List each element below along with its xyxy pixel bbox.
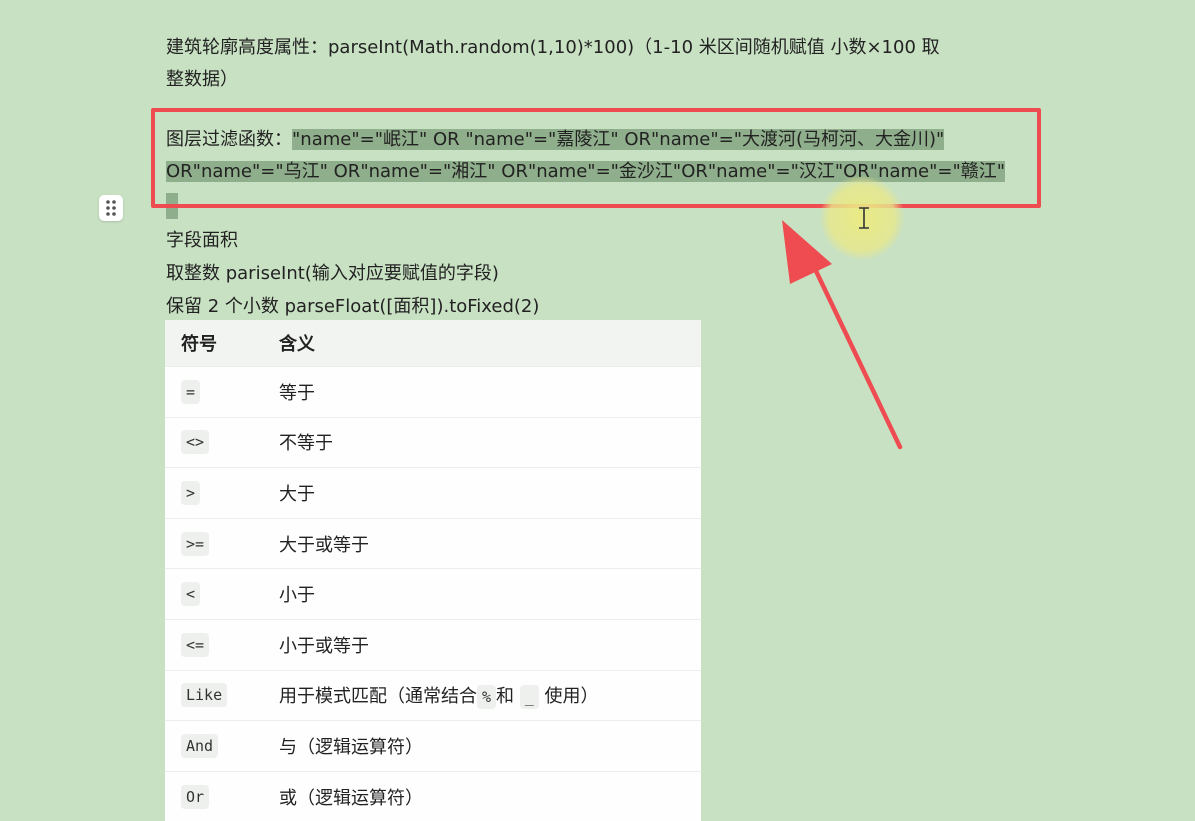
meaning-cell: 小于或等于 [279,618,701,671]
column-header-meaning: 含义 [279,320,701,367]
column-header-symbol: 符号 [165,320,279,367]
symbol-code: <> [181,430,210,455]
meaning-cell: 用于模式匹配（通常结合% 和 _ 使用） [279,669,701,721]
wildcard-underscore-code: _ [519,684,539,709]
meaning-cell: 与（逻辑运算符） [279,720,701,772]
symbol-code: Like [181,683,228,708]
notes-block: 字段面积 取整数 pariseInt(输入对应要赋值的字段) 保留 2 个小数 … [166,224,539,323]
symbol-code: Or [181,784,210,809]
meaning-cell: 或（逻辑运算符） [279,770,701,821]
table-row: >= 大于或等于 [165,517,701,569]
two-decimals-line: 保留 2 个小数 parseFloat([面积]).toFixed(2) [166,296,540,317]
symbol-code: And [181,733,219,758]
filter-function-paragraph[interactable]: 图层过滤函数："name"="岷江" OR "name"="嘉陵江" OR"na… [166,124,1036,220]
meaning-cell: 小于 [279,568,701,620]
table-row: < 小于 [165,568,701,620]
selected-empty-line [166,193,178,219]
field-area-line: 字段面积 [166,230,238,251]
table-header-row: 符号 含义 [165,320,701,367]
table-row: Like 用于模式匹配（通常结合% 和 _ 使用） [165,669,701,721]
like-meaning-post: 使用） [544,685,599,707]
symbol-code: < [181,582,201,607]
symbol-code: <= [181,632,210,657]
symbol-code: = [181,379,201,404]
drag-handle-icon[interactable] [99,195,123,221]
table-row: Or 或（逻辑运算符） [165,770,701,821]
round-integer-line: 取整数 pariseInt(输入对应要赋值的字段) [166,263,499,284]
meaning-cell: 大于 [279,467,701,519]
height-attribute-line2: 整数据） [166,69,238,90]
symbol-code: >= [181,531,210,556]
meaning-cell: 等于 [279,366,701,418]
height-attribute-line1: 建筑轮廓高度属性：parseInt(Math.random(1,10)*100)… [166,37,940,58]
wildcard-percent-code: % [477,684,497,709]
operator-table: 符号 含义 = 等于 <> 不等于 > 大于 >= 大于或等于 < 小于 <= … [165,320,701,821]
table-row: <> 不等于 [165,416,701,468]
filter-function-label: 图层过滤函数： [166,129,292,150]
height-attribute-paragraph: 建筑轮廓高度属性：parseInt(Math.random(1,10)*100)… [166,32,1036,96]
meaning-cell: 大于或等于 [279,517,701,569]
like-meaning-mid: 和 [496,685,515,707]
table-row: <= 小于或等于 [165,618,701,671]
filter-expression-line1[interactable]: "name"="岷江" OR "name"="嘉陵江" OR"name"="大渡… [292,129,945,150]
symbol-code: > [181,480,201,505]
meaning-cell: 不等于 [279,416,701,468]
table-row: And 与（逻辑运算符） [165,720,701,772]
table-row: > 大于 [165,467,701,519]
annotation-arrow-icon [770,210,910,459]
table-row: = 等于 [165,366,701,418]
document-body: 建筑轮廓高度属性：parseInt(Math.random(1,10)*100)… [166,32,1036,220]
like-meaning-pre: 用于模式匹配（通常结合 [279,685,477,707]
